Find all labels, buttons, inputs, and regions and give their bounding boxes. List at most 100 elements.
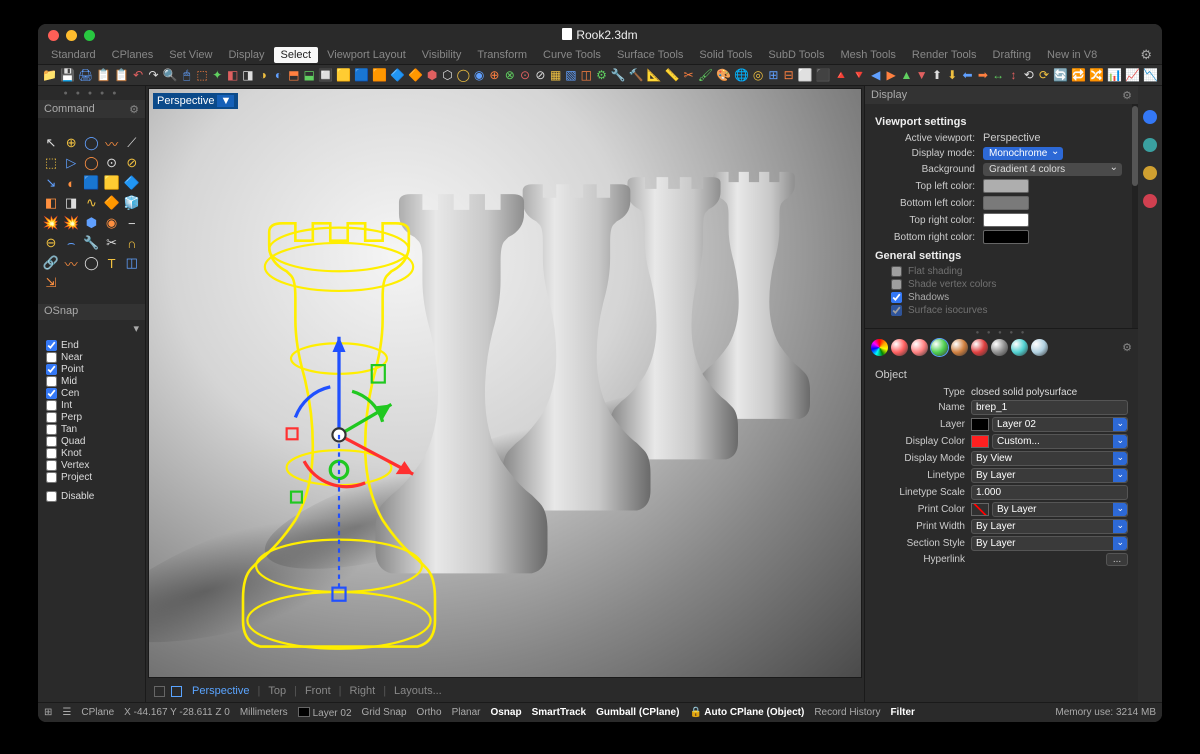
color-swatch[interactable] xyxy=(983,179,1029,193)
viewport-tab-perspective[interactable]: Perspective xyxy=(192,685,249,697)
osnap-quad[interactable]: Quad xyxy=(46,436,141,447)
tool-icon-23[interactable]: ◉ xyxy=(103,214,121,232)
material-0[interactable] xyxy=(891,339,908,356)
material-4[interactable] xyxy=(971,339,988,356)
tool-icon-10[interactable]: ↘ xyxy=(42,174,60,192)
toolbar-icon-2[interactable]: 🖨 xyxy=(78,67,93,84)
toolbar-icon-37[interactable]: 📐 xyxy=(647,67,662,84)
osnap-perp[interactable]: Perp xyxy=(46,412,141,423)
toolbar-icon-64[interactable]: 🔀 xyxy=(1089,67,1104,84)
menu-drafting[interactable]: Drafting xyxy=(986,47,1039,63)
right-tab-1[interactable] xyxy=(1143,138,1157,152)
toolbar-icon-10[interactable]: ✦ xyxy=(211,67,223,84)
material-1[interactable] xyxy=(911,339,928,356)
osnap-project[interactable]: Project xyxy=(46,472,141,483)
viewport-tab-right[interactable]: Right xyxy=(350,685,376,697)
menu-subd-tools[interactable]: SubD Tools xyxy=(761,47,831,63)
toolbar-icon-62[interactable]: 🔄 xyxy=(1053,67,1068,84)
osnap-knot[interactable]: Knot xyxy=(46,448,141,459)
rook-selected[interactable] xyxy=(224,184,454,664)
toolbar-icon-57[interactable]: ➡ xyxy=(977,67,989,84)
tool-icon-33[interactable]: T xyxy=(103,254,121,272)
tool-icon-12[interactable]: 🟦 xyxy=(82,174,100,192)
status-filter[interactable]: Filter xyxy=(890,707,914,718)
toolbar-icon-44[interactable]: ⊞ xyxy=(767,67,779,84)
toolbar-icon-14[interactable]: ◐ xyxy=(272,67,284,84)
toolbar-icon-53[interactable]: ▼ xyxy=(916,67,928,84)
status-units[interactable]: Millimeters xyxy=(240,707,288,718)
osnap-tan[interactable]: Tan xyxy=(46,424,141,435)
toolbar-icon-63[interactable]: 🔁 xyxy=(1071,67,1086,84)
toolbar-icon-19[interactable]: 🟦 xyxy=(354,67,369,84)
toolbar-icon-18[interactable]: 🟨 xyxy=(336,67,351,84)
toolbar-icon-40[interactable]: 🖌 xyxy=(698,67,713,84)
menu-render-tools[interactable]: Render Tools xyxy=(905,47,984,63)
color-chip[interactable] xyxy=(971,503,989,516)
display-mode-select[interactable]: Monochrome xyxy=(983,147,1063,160)
toolbar-icon-39[interactable]: ✂ xyxy=(683,67,695,84)
tool-icon-15[interactable]: ◧ xyxy=(42,194,60,212)
menu-display[interactable]: Display xyxy=(221,47,271,63)
tool-icon-28[interactable]: ✂ xyxy=(103,234,121,252)
tool-icon-6[interactable]: ▷ xyxy=(62,154,80,172)
toolbar-icon-4[interactable]: 📋 xyxy=(114,67,129,84)
toolbar-icon-11[interactable]: ◧ xyxy=(226,67,238,84)
toolbar-icon-33[interactable]: ◫ xyxy=(580,67,592,84)
status-record-history[interactable]: Record History xyxy=(814,707,880,718)
toolbar-icon-43[interactable]: ◎ xyxy=(752,67,764,84)
tool-icon-21[interactable]: 💥 xyxy=(62,214,80,232)
osnap-disable[interactable]: Disable xyxy=(46,491,141,502)
toolbar-icon-54[interactable]: ⬆ xyxy=(931,67,943,84)
tool-icon-16[interactable]: ◨ xyxy=(62,194,80,212)
toolbar-icon-13[interactable]: ◑ xyxy=(257,67,269,84)
toolbar-icon-9[interactable]: ⬚ xyxy=(196,67,208,84)
tool-icon-20[interactable]: 💥 xyxy=(42,214,60,232)
toolbar-icon-3[interactable]: 📋 xyxy=(96,67,111,84)
viewport-tab-top[interactable]: Top xyxy=(268,685,286,697)
material-sphere-icon[interactable] xyxy=(871,339,888,356)
check-shadows[interactable]: Shadows xyxy=(891,292,1122,303)
status-ortho[interactable]: Ortho xyxy=(417,707,442,718)
check-shade-vertex-colors[interactable]: Shade vertex colors xyxy=(891,279,1122,290)
menu-curve-tools[interactable]: Curve Tools xyxy=(536,47,608,63)
tool-icon-34[interactable]: ◫ xyxy=(123,254,141,272)
toolbar-icon-29[interactable]: ⊙ xyxy=(519,67,531,84)
status-planar[interactable]: Planar xyxy=(452,707,481,718)
tool-icon-8[interactable]: ⊙ xyxy=(103,154,121,172)
tool-icon-35[interactable]: ⇲ xyxy=(42,274,60,292)
status-grid-snap[interactable]: Grid Snap xyxy=(362,707,407,718)
toolbar-icon-46[interactable]: ⬜ xyxy=(798,67,813,84)
toolbar-icon-50[interactable]: ◀ xyxy=(870,67,882,84)
tool-icon-26[interactable]: ⌢ xyxy=(62,234,80,252)
toolbar-icon-51[interactable]: ▶ xyxy=(885,67,897,84)
menu-solid-tools[interactable]: Solid Tools xyxy=(692,47,759,63)
material-6[interactable] xyxy=(1011,339,1028,356)
toolbar-icon-35[interactable]: 🔧 xyxy=(611,67,626,84)
toolbar-icon-16[interactable]: ⬓ xyxy=(303,67,315,84)
right-tab-2[interactable] xyxy=(1143,166,1157,180)
toolbar-icon-58[interactable]: ↔ xyxy=(992,67,1004,84)
toolbar-icon-56[interactable]: ⬅ xyxy=(961,67,973,84)
status-auto-cplane-object-[interactable]: 🔒 Auto CPlane (Object) xyxy=(689,707,804,718)
toolbar-icon-65[interactable]: 📊 xyxy=(1107,67,1122,84)
status-gumball-cplane-[interactable]: Gumball (CPlane) xyxy=(596,707,679,718)
toolbar-icon-49[interactable]: 🔻 xyxy=(852,67,867,84)
status-layer[interactable]: Layer 02 xyxy=(298,707,352,719)
tool-icon-24[interactable]: − xyxy=(123,214,141,232)
menu-transform[interactable]: Transform xyxy=(470,47,534,63)
tool-icon-22[interactable]: ⬢ xyxy=(82,214,100,232)
tool-icon-29[interactable]: ∩ xyxy=(123,234,141,252)
check-flat-shading[interactable]: Flat shading xyxy=(891,266,1122,277)
tool-icon-3[interactable]: 〰 xyxy=(103,134,121,152)
toolbar-icon-61[interactable]: ⟳ xyxy=(1038,67,1050,84)
toolbar-icon-45[interactable]: ⊟ xyxy=(783,67,795,84)
tool-icon-5[interactable]: ⬚ xyxy=(42,154,60,172)
color-chip[interactable] xyxy=(971,435,989,448)
tool-icon-2[interactable]: ◯ xyxy=(82,134,100,152)
menu-new-in-v8[interactable]: New in V8 xyxy=(1040,47,1104,63)
osnap-near[interactable]: Near xyxy=(46,352,141,363)
toolbar-icon-41[interactable]: 🎨 xyxy=(716,67,731,84)
material-7[interactable] xyxy=(1031,339,1048,356)
toolbar-icon-48[interactable]: 🔺 xyxy=(834,67,849,84)
tool-icon-25[interactable]: ⊖ xyxy=(42,234,60,252)
